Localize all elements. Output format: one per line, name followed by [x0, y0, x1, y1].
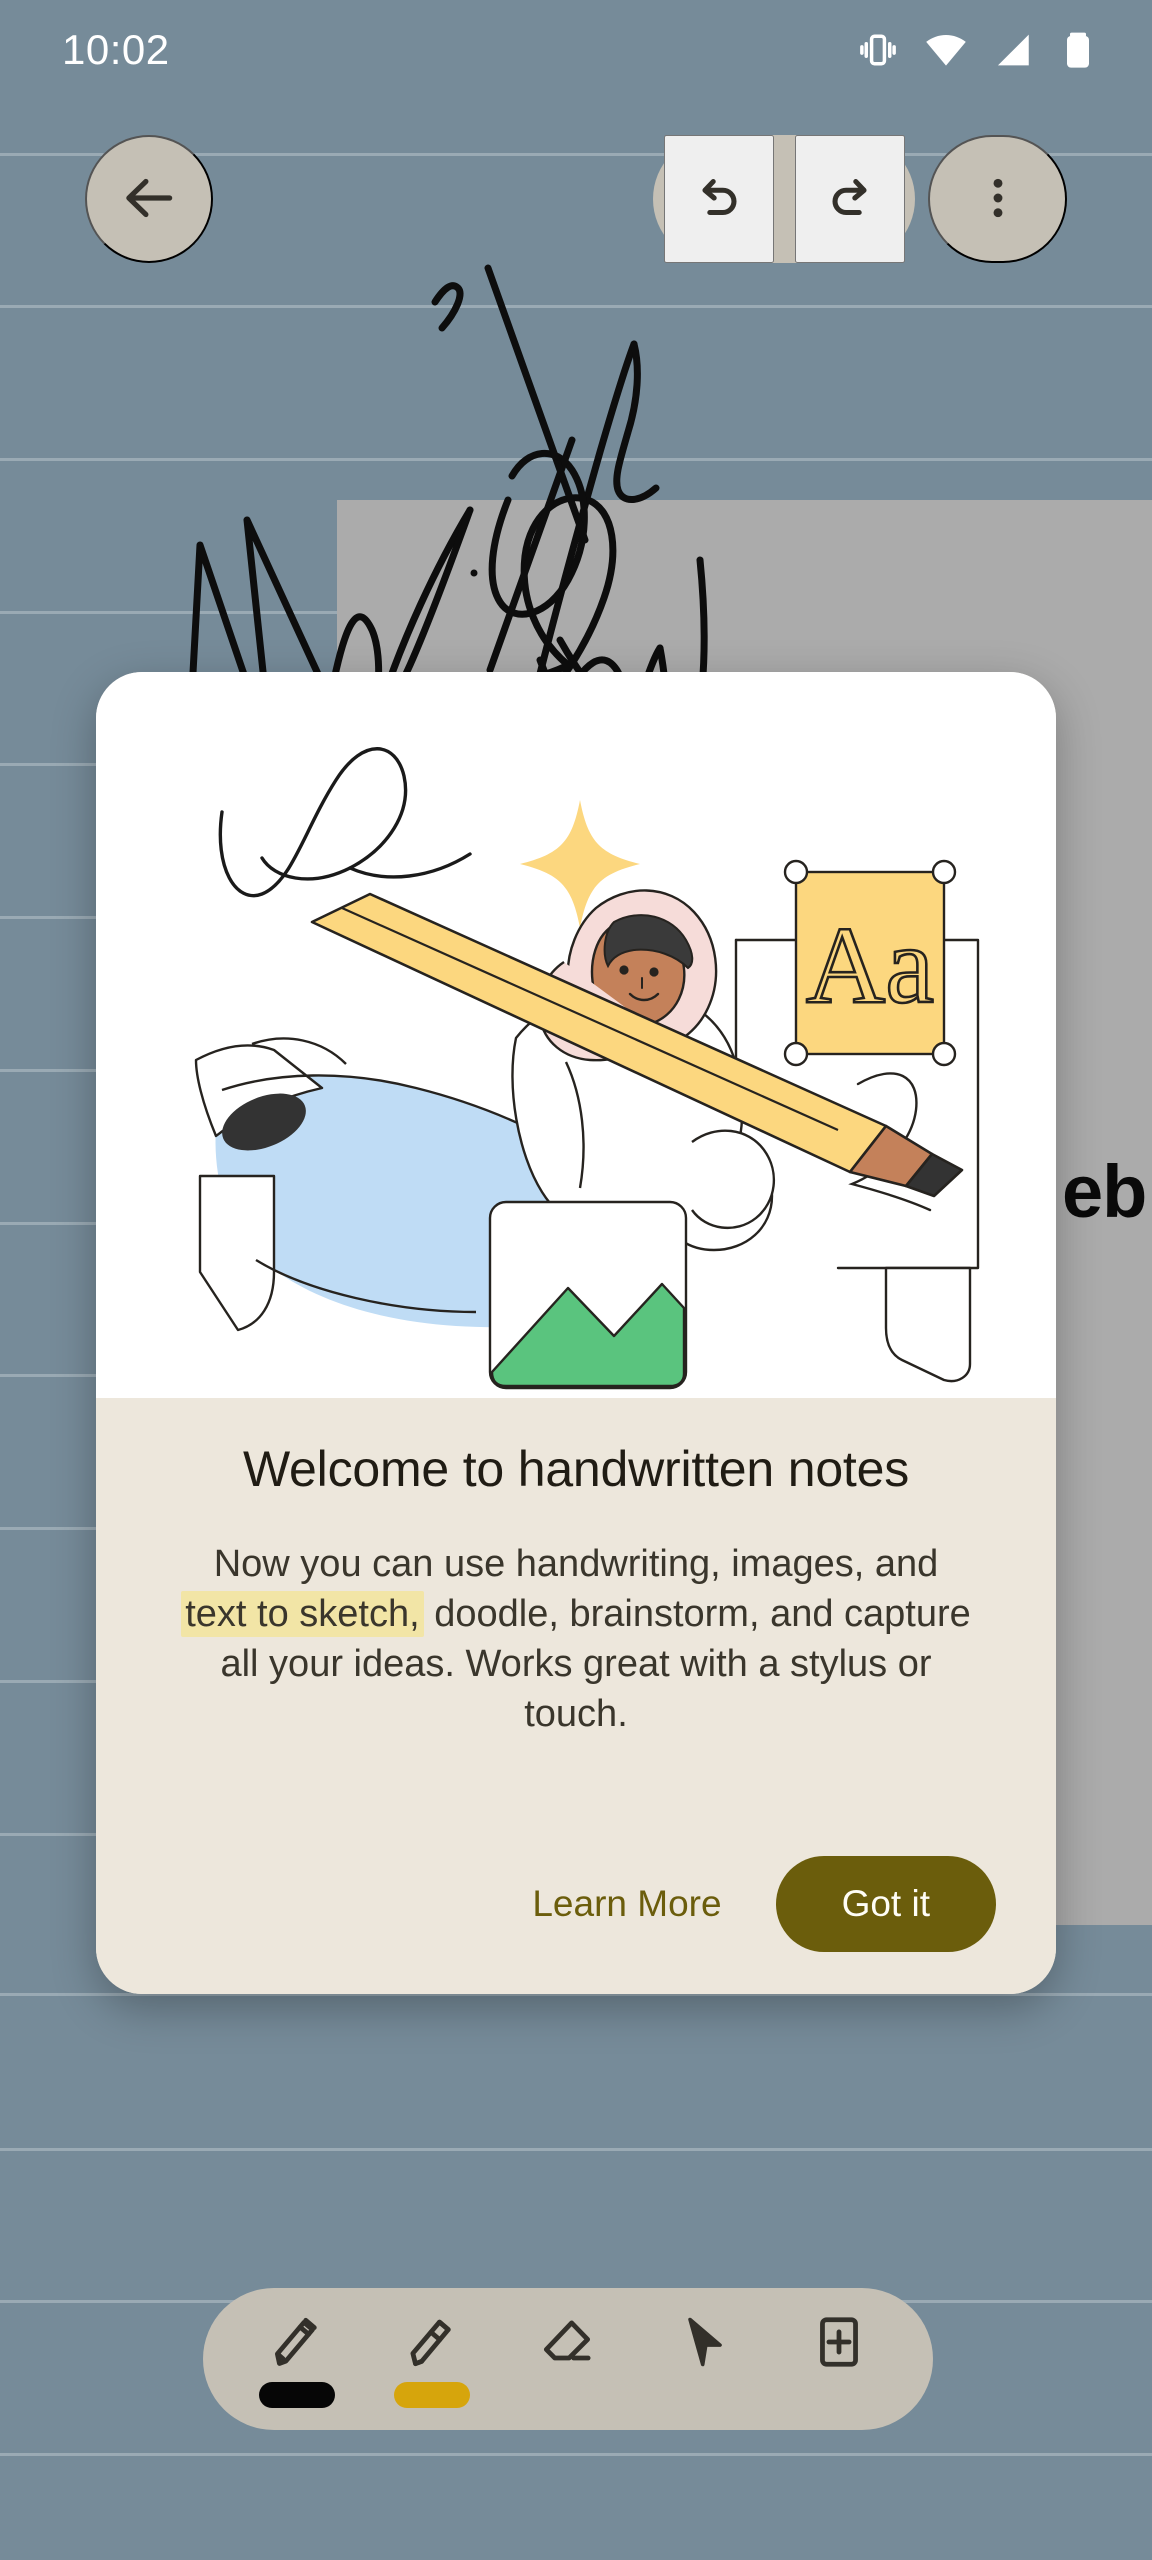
canvas-partial-text: eb: [1062, 1150, 1147, 1233]
wifi-icon: [924, 28, 968, 72]
add-box-icon: [808, 2311, 870, 2373]
status-icon-group: [856, 28, 1098, 72]
highlighted-phrase: text to sketch,: [181, 1591, 424, 1638]
eraser-swatch-spacer: [530, 2382, 606, 2408]
pen-color-swatch[interactable]: [258, 2381, 335, 2408]
rule-line-15: [0, 2453, 1152, 2456]
undo-icon: [690, 169, 748, 230]
dialog-body: Welcome to handwritten notes Now you can…: [96, 1398, 1056, 1994]
redo-icon: [821, 169, 879, 230]
vibrate-icon: [856, 28, 900, 72]
cursor-arrow-icon: [673, 2311, 735, 2373]
redo-button[interactable]: [794, 135, 905, 263]
eraser-tool[interactable]: [513, 2288, 623, 2430]
back-button[interactable]: [85, 135, 213, 263]
cellular-signal-icon: [992, 29, 1034, 71]
dialog-description: Now you can use handwriting, images, and…: [176, 1539, 976, 1740]
undo-button[interactable]: [663, 135, 774, 263]
highlighter-color-swatch[interactable]: [394, 2381, 471, 2408]
status-time: 10:02: [62, 26, 170, 73]
svg-text:Aa: Aa: [806, 904, 934, 1026]
pen-tool[interactable]: [242, 2288, 352, 2430]
learn-more-button[interactable]: Learn More: [506, 1863, 747, 1945]
rule-line-1: [0, 305, 1152, 308]
insert-tool[interactable]: [784, 2288, 894, 2430]
top-toolbar: [0, 135, 1152, 263]
highlighter-tool[interactable]: [377, 2288, 487, 2430]
highlighter-icon: [401, 2311, 463, 2373]
tool-palette: [203, 2288, 933, 2430]
got-it-button[interactable]: Got it: [775, 1856, 996, 1952]
handwritten-notes-illustration: Aa: [96, 672, 1056, 1398]
select-tool[interactable]: [649, 2288, 759, 2430]
status-bar: 10:02: [0, 0, 1152, 100]
pen-icon: [266, 2311, 328, 2373]
image-placeholder: [488, 1200, 688, 1390]
select-swatch-spacer: [666, 2382, 742, 2408]
overflow-menu-icon: [972, 172, 1024, 227]
battery-icon: [1058, 30, 1098, 70]
dialog-actions: Learn More Got it: [148, 1856, 1004, 1952]
welcome-dialog: Aa Welcome to handwritten notes Now you …: [96, 672, 1056, 1994]
undo-redo-group: [653, 135, 915, 263]
text-box-aa: Aa: [783, 859, 957, 1067]
page-title: Welcome to handwritten notes: [242, 1441, 910, 1497]
more-options-button[interactable]: [928, 135, 1067, 263]
description-segment-0: Now you can use handwriting, images, and: [213, 1543, 939, 1585]
rule-line-2: [0, 458, 1152, 461]
arrow-left-icon: [118, 167, 180, 232]
eraser-icon: [537, 2311, 599, 2373]
doodle-squiggle: [218, 747, 472, 898]
insert-swatch-spacer: [801, 2382, 877, 2408]
rule-line-13: [0, 2148, 1152, 2151]
